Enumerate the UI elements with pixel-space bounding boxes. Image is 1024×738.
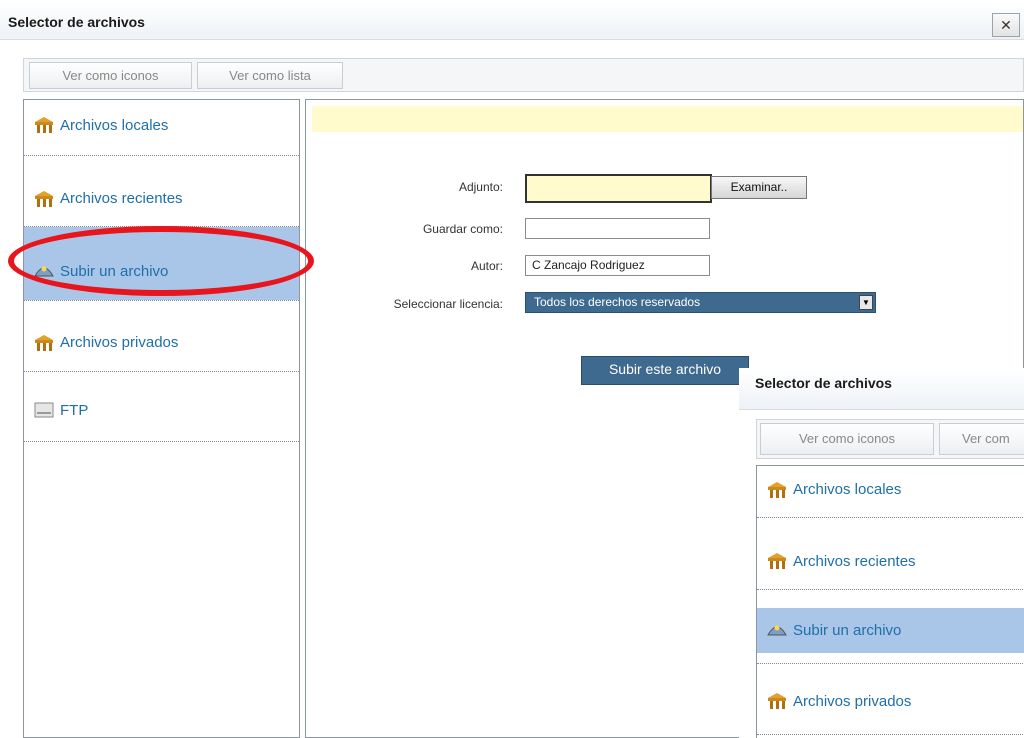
nav-item-local-files[interactable]: Archivos locales [757,466,1024,518]
nav-label: Archivos locales [60,117,169,134]
repository-icon [768,693,786,709]
author-input[interactable]: C Zancajo Rodriguez [525,255,710,276]
notice-bar [312,106,1023,132]
close-button[interactable]: ✕ [992,13,1020,37]
repository-icon [768,553,786,569]
dialog-titlebar: Selector de archivos [739,368,1024,410]
file-picker-dialog-zoom: Selector de archivos Ver como iconos Ver… [739,368,1024,738]
upload-icon [767,625,787,636]
nav-label: Archivos recientes [60,190,183,207]
nav-item-upload-file[interactable]: Subir un archivo [757,608,1024,653]
author-label: Autor: [470,259,503,273]
nav-label: FTP [60,402,89,419]
nav-item-local-files[interactable]: Archivos locales [24,100,299,156]
ftp-icon [34,402,54,418]
view-as-icons-button[interactable]: Ver como iconos [29,62,192,89]
save-as-input[interactable] [525,218,710,239]
view-as-list-button[interactable]: Ver com [939,423,1024,455]
nav-label: Subir un archivo [793,622,902,639]
repository-icon [768,482,786,498]
attachment-label: Adjunto: [458,180,503,194]
repository-nav: Archivos locales Archivos recientes Subi… [756,465,1024,738]
dialog-title: Selector de archivos [755,375,892,391]
repository-icon [35,117,53,133]
nav-label: Archivos privados [60,334,179,351]
nav-item-private-files[interactable]: Archivos privados [24,302,299,372]
browse-button[interactable]: Examinar.. [711,176,807,199]
repository-icon [35,335,53,351]
attachment-file-input[interactable] [525,174,712,203]
nav-label: Archivos recientes [793,553,916,570]
view-toolbar: Ver como iconos Ver com [756,419,1024,459]
nav-label: Archivos privados [793,693,912,710]
nav-item-upload-file[interactable]: Subir un archivo [24,227,299,300]
save-as-label: Guardar como: [422,222,503,236]
license-select-value: Todos los derechos reservados [534,295,701,309]
view-as-list-button[interactable]: Ver como lista [197,62,343,89]
view-as-icons-button[interactable]: Ver como iconos [760,423,934,455]
chevron-down-icon: ▼ [859,295,873,310]
nav-item-recent-files[interactable]: Archivos recientes [757,518,1024,590]
upload-file-button[interactable]: Subir este archivo [581,356,749,385]
nav-item-recent-files[interactable]: Archivos recientes [24,156,299,227]
nav-item-ftp[interactable]: FTP [24,372,299,442]
nav-label: Subir un archivo [60,263,169,280]
dialog-titlebar: Selector de archivos ✕ [0,2,1024,40]
upload-icon [34,266,54,277]
nav-label: Archivos locales [793,481,902,498]
view-toolbar: Ver como iconos Ver como lista [23,58,1024,92]
dialog-title: Selector de archivos [8,14,145,30]
repository-nav: Archivos locales Archivos recientes Subi… [23,99,300,738]
nav-item-private-files[interactable]: Archivos privados [757,665,1024,735]
license-label: Seleccionar licencia: [393,297,503,311]
license-select[interactable]: Todos los derechos reservados ▼ [525,292,876,313]
repository-icon [35,191,53,207]
